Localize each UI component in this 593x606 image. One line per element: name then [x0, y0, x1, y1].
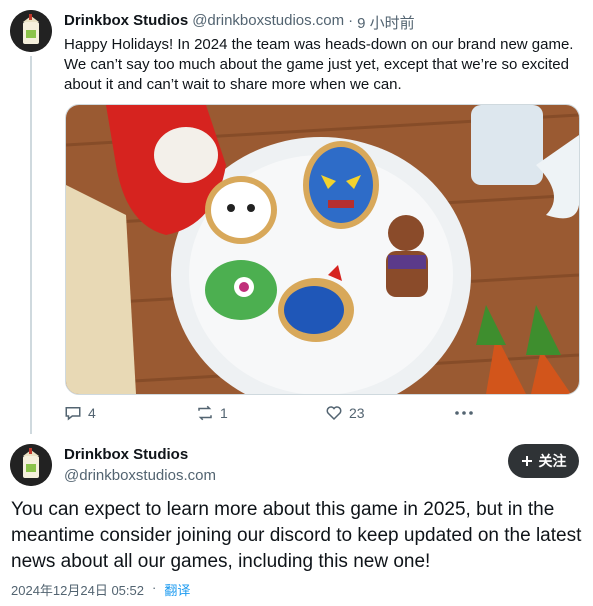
- follow-button[interactable]: 关注: [508, 444, 579, 478]
- follow-label: 关注: [538, 453, 567, 469]
- author-name[interactable]: Drinkbox Studios: [64, 12, 188, 33]
- tweet-meta: 2024年12月24日 05:52 · 翻译: [11, 580, 190, 599]
- separator-dot: ·: [151, 580, 157, 595]
- cookies-illustration: [66, 105, 579, 394]
- avatar-milk-icon: [10, 444, 52, 486]
- tweet-text: You can expect to learn more about this …: [11, 499, 582, 572]
- avatar[interactable]: [10, 10, 52, 52]
- post-time[interactable]: 9 小时前: [357, 12, 415, 33]
- author-handle[interactable]: @drinkboxstudios.com: [64, 467, 216, 484]
- reply-count: 4: [88, 405, 96, 421]
- repost-icon: [198, 405, 212, 421]
- tweet-text: Happy Holidays! In 2024 the team was hea…: [64, 36, 574, 93]
- tweet-header: Drinkbox Studios @drinkboxstudios.com · …: [64, 12, 415, 33]
- avatar-milk-icon: [10, 10, 52, 52]
- like-button[interactable]: 23: [325, 404, 365, 422]
- more-icon: [455, 411, 473, 415]
- repost-count: 1: [220, 405, 228, 421]
- repost-button[interactable]: 1: [196, 404, 228, 422]
- thread-connector: [30, 56, 32, 434]
- avatar[interactable]: [10, 444, 52, 486]
- separator-dot: ·: [348, 12, 354, 29]
- like-icon: [326, 406, 342, 421]
- author-handle[interactable]: @drinkboxstudios.com: [192, 12, 344, 33]
- more-button[interactable]: [454, 404, 474, 422]
- timestamp[interactable]: 2024年12月24日 05:52: [11, 580, 144, 599]
- author-name[interactable]: Drinkbox Studios: [64, 446, 188, 463]
- post-image[interactable]: [65, 104, 580, 395]
- reply-icon: [65, 407, 81, 421]
- like-count: 23: [349, 405, 365, 421]
- translate-link[interactable]: 翻译: [164, 580, 190, 599]
- reply-button[interactable]: 4: [64, 404, 96, 422]
- plus-icon: [521, 456, 532, 466]
